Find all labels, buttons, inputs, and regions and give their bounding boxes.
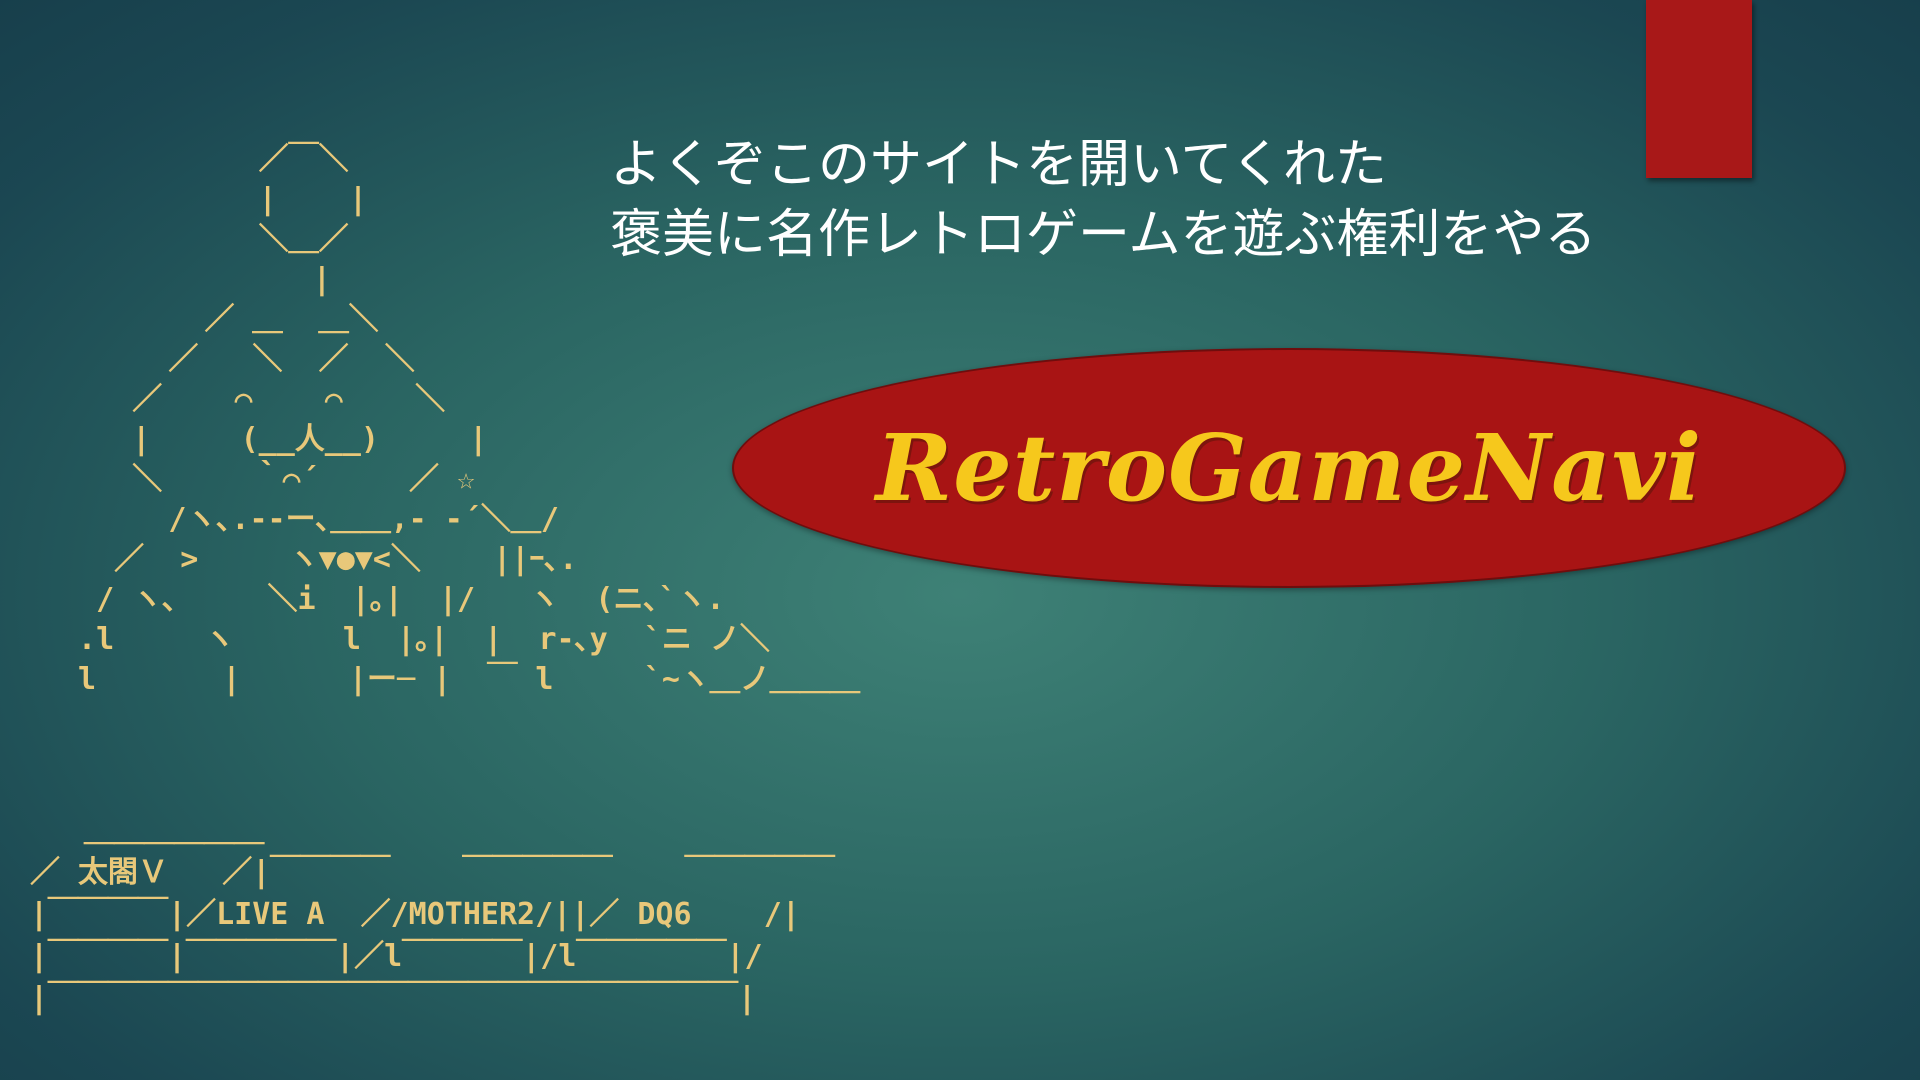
site-logo-text: RetroGameNavi [875, 414, 1703, 522]
ascii-art-game-cartridges: ＿＿＿＿＿＿ ／ 太閤Ｖ ／|￣￣￣￣ ￣￣￣￣￣ ￣￣￣￣￣ |￣￣￣￣|／L… [30, 813, 835, 1016]
ascii-art-king-figure: ／￣＼ | | ＼＿／ | ／ ＿ ＿＼ ／ ＼ ／ ＼ ／ ⌒ ⌒ ＼ | (… [78, 142, 860, 697]
slide-canvas: よくぞこのサイトを開いてくれた 褒美に名作レトロゲームを遊ぶ権利をやる Retr… [0, 0, 1920, 1080]
